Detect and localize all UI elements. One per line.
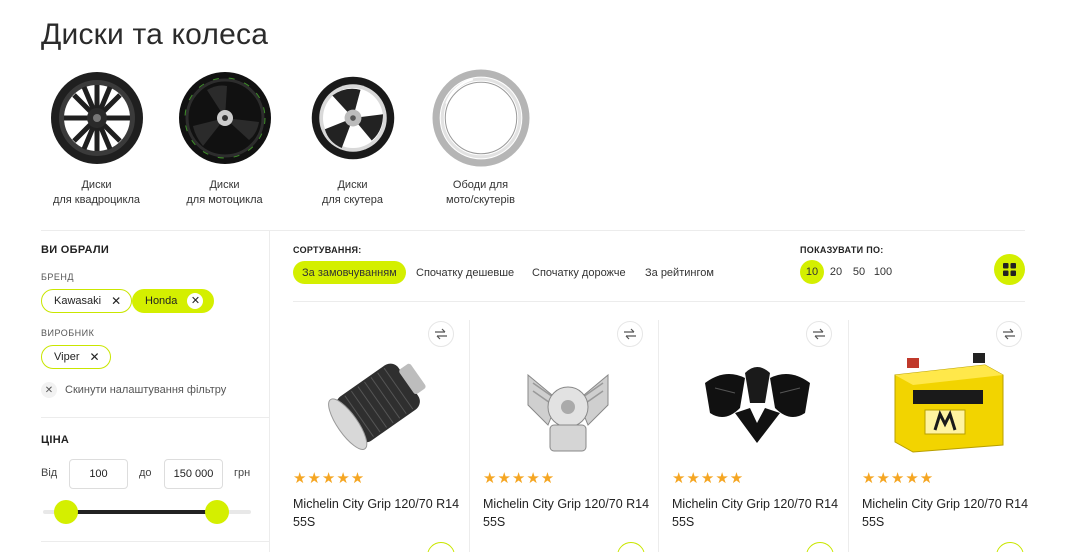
sort-default[interactable]: За замовчуванням [293, 261, 406, 284]
sort-cheapest[interactable]: Спочатку дешевше [407, 261, 523, 284]
category-atv-wheels[interactable]: Диски для квадроцикла [30, 68, 163, 208]
chip-label: Viper [54, 351, 80, 363]
product-card[interactable]: ★★★★★ Michelin City Grip 120/70 R14 55S [293, 320, 469, 552]
category-label: Диски для скутера [321, 179, 384, 206]
rating-stars: ★★★★★ [672, 470, 745, 487]
price-from-label: Від [41, 467, 58, 479]
rating-stars: ★★★★★ [483, 470, 556, 487]
filter-chip-viper[interactable]: Viper ✕ [41, 345, 111, 369]
product-card[interactable]: ★★★★★ Michelin City Grip 120/70 R14 55S [862, 320, 1038, 552]
close-icon[interactable]: ✕ [111, 295, 121, 307]
product-title[interactable]: Michelin City Grip 120/70 R14 55S [293, 495, 463, 531]
category-scooter-wheels[interactable]: Диски для скутера [286, 68, 419, 208]
sort-rating[interactable]: За рейтингом [636, 261, 723, 284]
grid-view-button[interactable] [994, 254, 1025, 285]
air-filter-image [293, 340, 463, 465]
price-to-label: до [139, 467, 152, 479]
close-icon[interactable]: ✕ [89, 351, 99, 363]
per-page-label: ПОКАЗУВАТИ ПО: [800, 245, 884, 255]
fairing-image [672, 340, 842, 465]
divider [41, 230, 1025, 231]
category-label: Диски для квадроцикла [52, 179, 141, 206]
compare-icon [624, 328, 636, 340]
category-motorcycle-wheels[interactable]: Диски для мотоцикла [158, 68, 291, 208]
reset-filters-button[interactable]: ✕ Скинути налаштування фільтру [41, 382, 226, 398]
add-to-cart-button[interactable] [996, 542, 1024, 552]
close-icon[interactable]: ✕ [187, 293, 204, 309]
product-card[interactable]: ★★★★★ Michelin City Grip 120/70 R14 55S [672, 320, 848, 552]
divider [269, 230, 270, 552]
category-label: Диски для мотоцикла [186, 179, 263, 206]
add-to-cart-button[interactable] [806, 542, 834, 552]
price-slider-max-handle[interactable] [205, 500, 229, 524]
chip-label: Kawasaki [54, 295, 102, 307]
compare-icon [1003, 328, 1015, 340]
price-to-input[interactable] [164, 459, 223, 489]
category-rims[interactable]: Ободи для мото/скутерів [414, 68, 547, 208]
divider [41, 417, 269, 418]
divider [469, 320, 470, 552]
category-row: Диски для квадроцикла Диски для мотоцикл… [30, 68, 542, 208]
compare-icon [813, 328, 825, 340]
per-page-20[interactable]: 20 [824, 260, 848, 284]
product-title[interactable]: Michelin City Grip 120/70 R14 55S [862, 495, 1032, 531]
price-slider-range [66, 510, 217, 514]
grid-icon [1003, 263, 1016, 276]
engine-image [483, 340, 653, 465]
sort-most-expensive[interactable]: Спочатку дорожче [523, 261, 635, 284]
per-page-50[interactable]: 50 [847, 260, 871, 284]
product-title[interactable]: Michelin City Grip 120/70 R14 55S [672, 495, 842, 531]
battery-image [862, 340, 1032, 465]
price-heading: ЦІНА [41, 434, 70, 446]
selected-filters-heading: ВИ ОБРАЛИ [41, 244, 110, 256]
scooter-wheel-image [303, 68, 403, 168]
motorcycle-wheel-image [175, 68, 275, 168]
add-to-cart-button[interactable] [617, 542, 645, 552]
product-card[interactable]: ★★★★★ Michelin City Grip 120/70 R14 55S [483, 320, 659, 552]
atv-wheel-image [47, 68, 147, 168]
price-from-input[interactable] [69, 459, 128, 489]
page-title: Диски та колеса [41, 18, 269, 51]
rating-stars: ★★★★★ [293, 470, 366, 487]
chip-label: Honda [145, 295, 178, 307]
product-title[interactable]: Michelin City Grip 120/70 R14 55S [483, 495, 653, 531]
brand-label: БРЕНД [41, 272, 75, 282]
reset-filters-label: Скинути налаштування фільтру [65, 384, 227, 396]
rating-stars: ★★★★★ [862, 470, 935, 487]
maker-label: ВИРОБНИК [41, 328, 95, 338]
filter-chip-honda[interactable]: Honda ✕ [132, 289, 215, 313]
price-slider-min-handle[interactable] [54, 500, 78, 524]
sorting-label: СОРТУВАННЯ: [293, 245, 362, 255]
compare-icon [435, 328, 447, 340]
close-icon: ✕ [41, 382, 57, 398]
category-label: Ободи для мото/скутерів [446, 179, 515, 206]
divider [293, 301, 1025, 302]
filter-chip-kawasaki[interactable]: Kawasaki ✕ [41, 289, 133, 313]
divider [41, 541, 269, 542]
currency-label: грн [234, 467, 251, 479]
divider [848, 320, 849, 552]
add-to-cart-button[interactable] [427, 542, 455, 552]
per-page-10[interactable]: 10 [800, 260, 824, 284]
rim-image [431, 68, 531, 168]
per-page-100[interactable]: 100 [871, 260, 895, 284]
